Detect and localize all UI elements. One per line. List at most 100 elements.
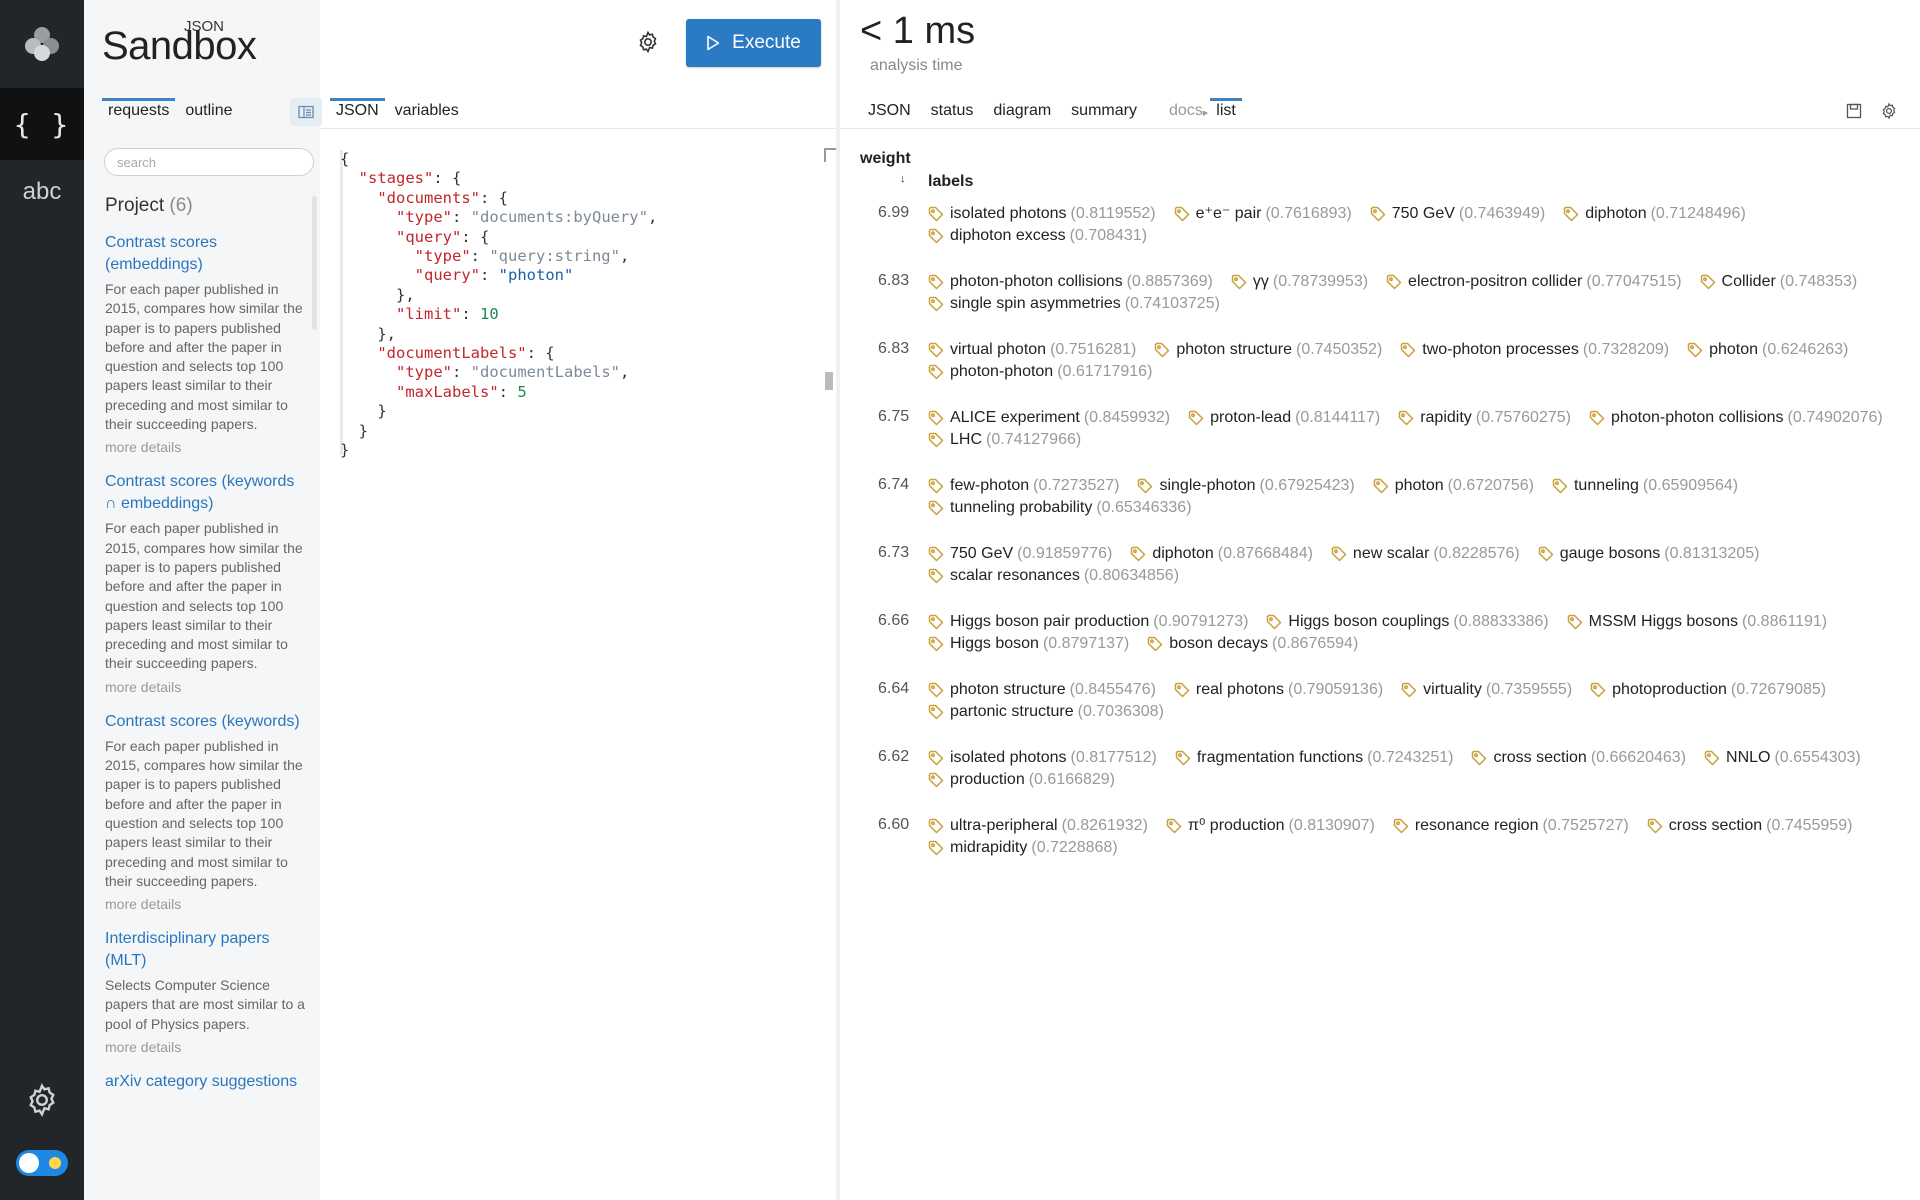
label-name: Collider xyxy=(1721,273,1776,290)
tag-icon xyxy=(1386,274,1402,289)
label-chip[interactable]: γγ (0.78739953) xyxy=(1231,272,1368,291)
label-chip[interactable]: NNLO (0.6554303) xyxy=(1704,748,1861,767)
tag-icon xyxy=(928,296,944,311)
label-chip[interactable]: 750 GeV (0.7463949) xyxy=(1370,204,1545,223)
label-score: (0.91859776) xyxy=(1017,545,1113,562)
execute-button[interactable]: Execute xyxy=(686,19,821,67)
label-chip[interactable]: two-photon processes (0.7328209) xyxy=(1400,340,1669,359)
label-chip[interactable]: photon structure (0.8455476) xyxy=(928,680,1156,699)
label-chip[interactable]: Higgs boson (0.8797137) xyxy=(928,634,1129,653)
rail-text-analysis[interactable]: abc xyxy=(0,156,84,228)
label-score: (0.66620463) xyxy=(1590,749,1687,766)
label-chip[interactable]: fragmentation functions (0.7243251) xyxy=(1175,748,1453,767)
label-score: (0.61717916) xyxy=(1057,363,1153,380)
label-chip[interactable]: π⁰ production (0.8130907) xyxy=(1166,816,1375,835)
label-chip[interactable]: photon-photon (0.61717916) xyxy=(928,362,1152,381)
sort-descending-icon[interactable]: ↓ xyxy=(900,173,906,185)
label-chip[interactable]: photon (0.6720756) xyxy=(1373,476,1534,495)
label-chip[interactable]: diphoton (0.87668484) xyxy=(1130,544,1313,563)
label-chip[interactable]: new scalar (0.8228576) xyxy=(1331,544,1520,563)
theme-toggle[interactable] xyxy=(16,1150,68,1176)
code-scrollbar-thumb[interactable] xyxy=(825,372,833,390)
json-code-editor[interactable]: { "stages": { "documents": { "type": "do… xyxy=(340,150,820,460)
label-chip[interactable]: single-photon (0.67925423) xyxy=(1137,476,1355,495)
request-title[interactable]: Contrast scores (keywords) xyxy=(105,711,305,733)
sidebar-scrollbar[interactable] xyxy=(312,196,317,330)
label-chip[interactable]: photon structure (0.7450352) xyxy=(1154,340,1382,359)
label-chip[interactable]: virtuality (0.7359555) xyxy=(1401,680,1572,699)
label-chip[interactable]: ultra-peripheral (0.8261932) xyxy=(928,816,1148,835)
label-chip[interactable]: photon (0.6246263) xyxy=(1687,340,1848,359)
label-chip[interactable]: midrapidity (0.7228868) xyxy=(928,838,1118,857)
label-name: virtual photon xyxy=(950,341,1047,358)
request-list: Contrast scores (embeddings) For each pa… xyxy=(105,232,305,1109)
tab-docs[interactable]: docs xyxy=(1163,98,1203,129)
label-chip[interactable]: electron-positron collider (0.77047515) xyxy=(1386,272,1682,291)
label-chip[interactable]: few-photon (0.7273527) xyxy=(928,476,1119,495)
label-chip[interactable]: real photons (0.79059136) xyxy=(1174,680,1383,699)
more-details-link[interactable]: more details xyxy=(105,1039,305,1055)
label-chip[interactable]: photon-photon collisions (0.8857369) xyxy=(928,272,1213,291)
tab-results-json[interactable]: JSON xyxy=(862,98,917,129)
table-row: 6.99 isolated photons (0.8119552) e⁺e⁻ pair… xyxy=(840,202,1920,270)
app-logo[interactable] xyxy=(0,0,84,88)
label-chip[interactable]: cross section (0.66620463) xyxy=(1471,748,1686,767)
label-chip[interactable]: virtual photon (0.7516281) xyxy=(928,340,1136,359)
search-input[interactable] xyxy=(104,148,314,176)
more-details-link[interactable]: more details xyxy=(105,679,305,695)
request-title[interactable]: Contrast scores (keywords ∩ embeddings) xyxy=(105,471,305,515)
label-chip[interactable]: partonic structure (0.7036308) xyxy=(928,702,1164,721)
label-score: (0.7359555) xyxy=(1485,681,1573,698)
label-chip[interactable]: 750 GeV (0.91859776) xyxy=(928,544,1112,563)
label-chip[interactable]: ALICE experiment (0.8459932) xyxy=(928,408,1170,427)
label-chip[interactable]: photon-photon collisions (0.74902076) xyxy=(1589,408,1883,427)
results-settings-gear-icon[interactable] xyxy=(1880,102,1898,120)
tab-json[interactable]: JSON xyxy=(330,98,385,129)
settings-gear-icon[interactable] xyxy=(24,1082,60,1118)
label-chip[interactable]: diphoton (0.71248496) xyxy=(1563,204,1746,223)
request-title[interactable]: Interdisciplinary papers (MLT) xyxy=(105,928,305,972)
label-chip[interactable]: e⁺e⁻ pair (0.7616893) xyxy=(1174,204,1352,223)
label-name: photon xyxy=(1394,477,1444,494)
label-chip[interactable]: photoproduction (0.72679085) xyxy=(1590,680,1826,699)
column-header-labels[interactable]: labels xyxy=(928,173,973,191)
more-details-link[interactable]: more details xyxy=(105,439,305,455)
request-title[interactable]: arXiv category suggestions xyxy=(105,1071,305,1093)
label-chip[interactable]: gauge bosons (0.81313205) xyxy=(1538,544,1759,563)
collapse-sidebar-button[interactable] xyxy=(290,98,322,126)
label-chip[interactable]: isolated photons (0.8177512) xyxy=(928,748,1157,767)
label-chip[interactable]: isolated photons (0.8119552) xyxy=(928,204,1156,223)
save-icon[interactable] xyxy=(1845,102,1863,120)
label-chip[interactable]: tunneling probability (0.65346336) xyxy=(928,498,1192,517)
label-chip[interactable]: Collider (0.748353) xyxy=(1700,272,1857,291)
label-chip[interactable]: proton-lead (0.8144117) xyxy=(1188,408,1380,427)
tab-list[interactable]: list xyxy=(1210,98,1242,129)
more-details-link[interactable]: more details xyxy=(105,896,305,912)
tab-outline[interactable]: outline xyxy=(179,98,238,129)
label-chip[interactable]: boson decays (0.8676594) xyxy=(1147,634,1358,653)
label-chip[interactable]: single spin asymmetries (0.74103725) xyxy=(928,294,1220,313)
label-chip[interactable]: LHC (0.74127966) xyxy=(928,430,1081,449)
editor-settings-gear-icon[interactable] xyxy=(636,30,660,54)
label-chip[interactable]: cross section (0.7455959) xyxy=(1647,816,1852,835)
tab-diagram[interactable]: diagram xyxy=(987,98,1057,129)
tab-requests[interactable]: requests xyxy=(102,98,175,129)
request-description: For each paper published in 2015, compar… xyxy=(105,737,303,889)
label-chip[interactable]: resonance region (0.7525727) xyxy=(1393,816,1629,835)
label-chip[interactable]: rapidity (0.75760275) xyxy=(1398,408,1571,427)
label-chip[interactable]: tunneling (0.65909564) xyxy=(1552,476,1738,495)
label-chip[interactable]: MSSM Higgs bosons (0.8861191) xyxy=(1567,612,1827,631)
label-chip[interactable]: diphoton excess (0.708431) xyxy=(928,226,1147,245)
rail-json-sandbox[interactable]: { } xyxy=(0,88,84,160)
label-chip[interactable]: production (0.6166829) xyxy=(928,770,1115,789)
tab-status[interactable]: status xyxy=(925,98,980,129)
request-title[interactable]: Contrast scores (embeddings) xyxy=(105,232,305,276)
label-score: (0.8177512) xyxy=(1070,749,1157,766)
tab-summary[interactable]: summary xyxy=(1065,98,1143,129)
tab-variables[interactable]: variables xyxy=(389,98,465,129)
label-chip[interactable]: Higgs boson pair production (0.90791273) xyxy=(928,612,1248,631)
label-chip[interactable]: Higgs boson couplings (0.88833386) xyxy=(1266,612,1549,631)
label-chip[interactable]: scalar resonances (0.80634856) xyxy=(928,566,1179,585)
column-header-weight[interactable]: weight xyxy=(860,150,911,168)
row-labels: isolated photons (0.8177512) fragmentation… xyxy=(928,748,1918,789)
